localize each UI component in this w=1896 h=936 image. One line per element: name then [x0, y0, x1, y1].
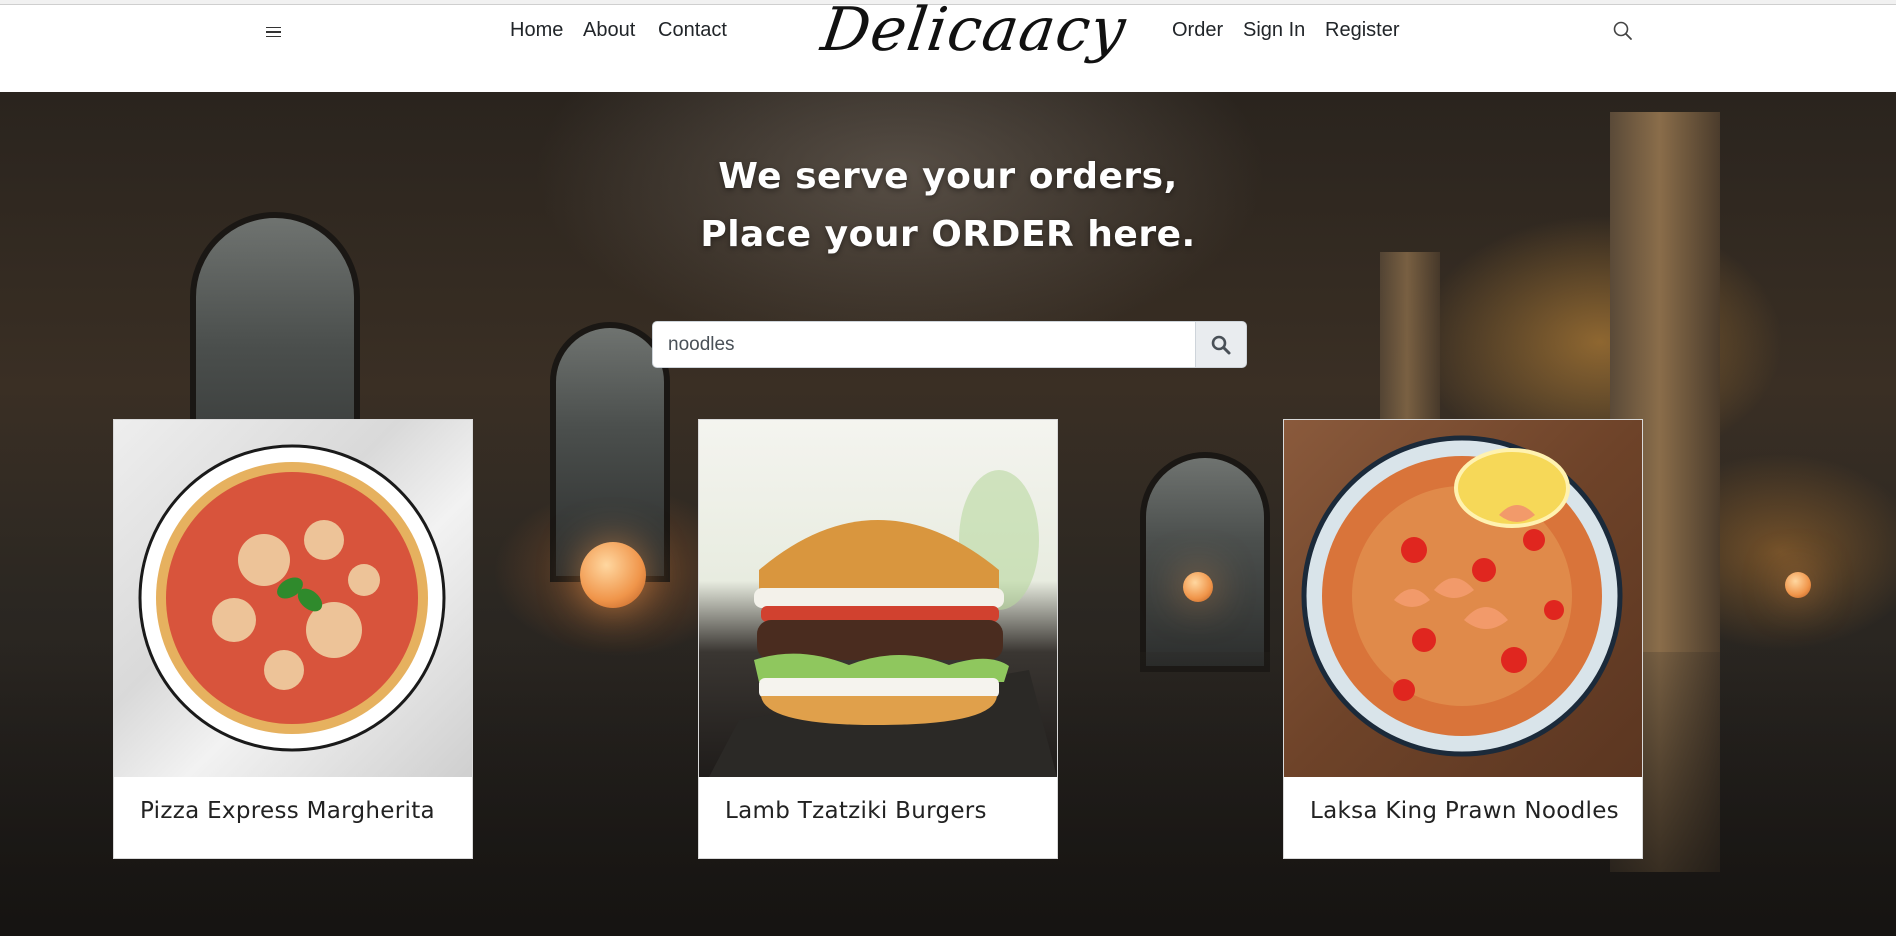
- burger-image: [699, 420, 1057, 777]
- nav-link-contact[interactable]: Contact: [658, 19, 727, 42]
- card-title: Laksa King Prawn Noodles: [1310, 798, 1619, 824]
- nav-link-order[interactable]: Order: [1172, 19, 1223, 42]
- site-logo[interactable]: Delicaacy: [814, 0, 1130, 85]
- search-bar: [652, 321, 1247, 368]
- hero-title-line1: We serve your orders,: [718, 156, 1178, 197]
- nav-link-about[interactable]: About: [583, 19, 635, 42]
- navbar: Home About Contact Delicaacy Order Sign …: [0, 0, 1896, 92]
- pendant-lamp: [580, 542, 646, 608]
- hero-title: We serve your orders, Place your ORDER h…: [648, 148, 1248, 264]
- nav-link-register[interactable]: Register: [1325, 19, 1399, 42]
- hero-title-line2: Place your ORDER here.: [700, 214, 1196, 255]
- card-title: Lamb Tzatziki Burgers: [725, 798, 987, 824]
- search-input[interactable]: [652, 321, 1195, 368]
- food-card-burger[interactable]: Lamb Tzatziki Burgers: [698, 419, 1058, 859]
- pizza-image: [114, 420, 472, 777]
- food-card-prawn-noodles[interactable]: Laksa King Prawn Noodles: [1283, 419, 1643, 859]
- search-icon: [1211, 335, 1231, 354]
- search-icon[interactable]: [1611, 19, 1635, 43]
- nav-link-home[interactable]: Home: [510, 19, 563, 42]
- hamburger-menu-icon[interactable]: [266, 24, 284, 40]
- food-card-pizza[interactable]: Pizza Express Margherita: [113, 419, 473, 859]
- card-title: Pizza Express Margherita: [140, 798, 435, 824]
- nav-link-sign-in[interactable]: Sign In: [1243, 19, 1305, 42]
- pendant-lamp: [1183, 572, 1213, 602]
- background-arch-window: [1140, 452, 1270, 672]
- prawn-noodles-image: [1284, 420, 1642, 777]
- pendant-lamp: [1785, 572, 1811, 598]
- search-button[interactable]: [1195, 321, 1247, 368]
